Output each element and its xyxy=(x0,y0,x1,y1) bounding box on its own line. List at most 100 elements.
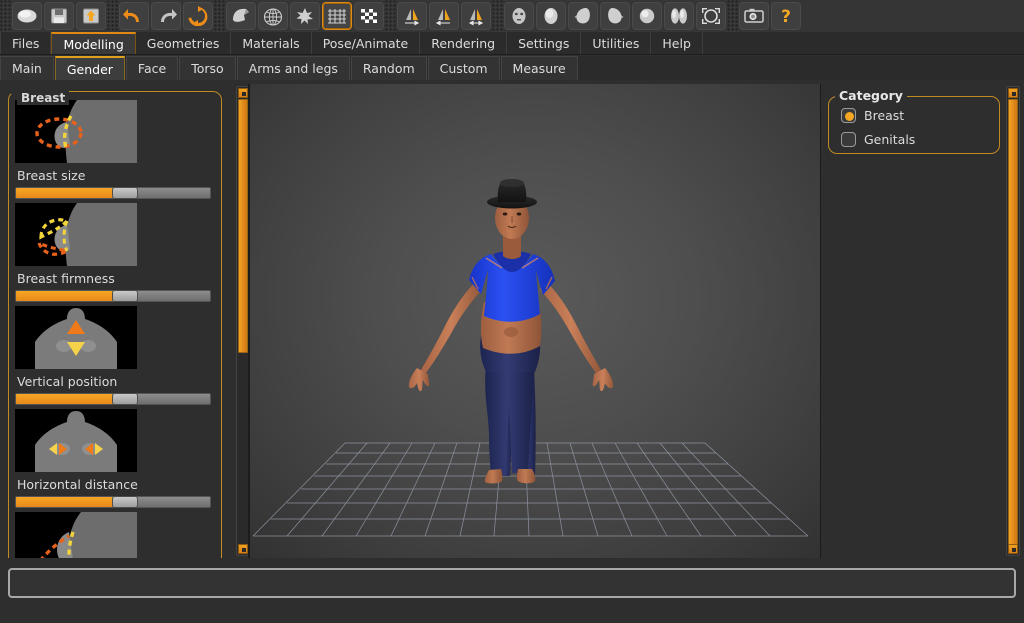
menu-item-pose-animate[interactable]: Pose/Animate xyxy=(311,32,421,54)
main-toolbar: ? xyxy=(0,0,1024,32)
slider-block: Vertical position xyxy=(15,306,215,405)
slider-label: Horizontal distance xyxy=(17,477,138,492)
left-view-icon[interactable] xyxy=(568,2,598,30)
toolbar-separator xyxy=(0,0,11,32)
slider-track[interactable] xyxy=(15,290,211,302)
slider-track[interactable] xyxy=(15,187,211,199)
toolbar-separator xyxy=(214,0,225,32)
menu-item-files[interactable]: Files xyxy=(0,32,52,54)
slider-knob[interactable] xyxy=(112,290,138,302)
slider-block: Point xyxy=(15,512,215,558)
makehuman-window: ? Files Modelling Geometries Materials Pose/… xyxy=(0,0,1024,623)
menu-item-geometries[interactable]: Geometries xyxy=(135,32,232,54)
help-icon[interactable]: ? xyxy=(771,2,801,30)
menu-item-utilities[interactable]: Utilities xyxy=(581,32,652,54)
scroll-up-arrow-icon[interactable] xyxy=(1008,88,1018,98)
3d-model-render xyxy=(252,179,809,537)
left-settings-panel: Breast Breast size Breast firmness Vertica… xyxy=(0,84,232,558)
slider-track[interactable] xyxy=(15,496,211,508)
slider-fill xyxy=(16,394,113,404)
reset-mesh-icon[interactable] xyxy=(183,2,213,30)
save-icon[interactable] xyxy=(44,2,74,30)
bottom-view-icon[interactable] xyxy=(664,2,694,30)
tab-torso[interactable]: Torso xyxy=(179,56,236,80)
tab-main[interactable]: Main xyxy=(0,56,54,80)
slider-knob[interactable] xyxy=(112,496,138,508)
grid-icon[interactable] xyxy=(322,2,352,30)
grab-screen-icon[interactable] xyxy=(739,2,769,30)
menu-item-modelling[interactable]: Modelling xyxy=(51,32,136,54)
scroll-down-arrow-icon[interactable] xyxy=(1008,544,1018,554)
menu-item-settings[interactable]: Settings xyxy=(507,32,582,54)
undo-icon[interactable] xyxy=(119,2,149,30)
front-view-icon[interactable] xyxy=(504,2,534,30)
breast-firmness-thumb xyxy=(15,203,137,266)
smooth-icon[interactable] xyxy=(226,2,256,30)
scrollbar-thumb[interactable] xyxy=(238,99,248,354)
scroll-up-arrow-icon[interactable] xyxy=(238,88,248,98)
tab-custom[interactable]: Custom xyxy=(427,56,500,80)
menu-bar: Files Modelling Geometries Materials Pose/An… xyxy=(0,32,1024,55)
horizontal-distance-thumb xyxy=(15,409,137,472)
slider-block: Breast firmness xyxy=(15,203,215,302)
subdivide-icon[interactable] xyxy=(290,2,320,30)
symmetry-right-icon[interactable] xyxy=(397,2,427,30)
reset-view-icon[interactable] xyxy=(696,2,726,30)
progress-bar xyxy=(8,568,1016,598)
redo-icon[interactable] xyxy=(151,2,181,30)
point-thumb xyxy=(15,512,137,558)
right-panel-scrollbar[interactable] xyxy=(1006,86,1020,556)
slider-label: Breast firmness xyxy=(17,271,115,286)
breast-size-thumb xyxy=(15,100,137,163)
category-group: Category Breast Genitals xyxy=(828,88,1000,154)
radio-option-genitals[interactable]: Genitals xyxy=(829,127,999,151)
toolbar-separator xyxy=(107,0,118,32)
back-view-icon[interactable] xyxy=(536,2,566,30)
vertical-position-thumb xyxy=(15,306,137,369)
slider-fill xyxy=(16,291,113,301)
menu-item-help[interactable]: Help xyxy=(651,32,703,54)
slider-knob[interactable] xyxy=(112,187,138,199)
radio-option-label: Breast xyxy=(864,107,905,123)
3d-viewport[interactable] xyxy=(250,84,820,558)
slider-label: Breast size xyxy=(17,168,86,183)
right-settings-panel: Category Breast Genitals xyxy=(824,84,1004,558)
scroll-down-arrow-icon[interactable] xyxy=(238,544,248,554)
svg-text:?: ? xyxy=(781,7,791,26)
slider-fill xyxy=(16,188,113,198)
menu-item-materials[interactable]: Materials xyxy=(231,32,312,54)
breast-group: Breast Breast size Breast firmness Vertica… xyxy=(8,91,222,558)
toolbar-separator xyxy=(492,0,503,32)
symmetry-icon[interactable] xyxy=(461,2,491,30)
tab-bar: Main Gender Face Torso Arms and legs Random Cu… xyxy=(0,56,1024,80)
slider-block: Breast size xyxy=(15,100,215,199)
scrollbar-thumb[interactable] xyxy=(1008,99,1018,545)
radio-button-icon[interactable] xyxy=(841,107,856,123)
slider-knob[interactable] xyxy=(112,393,138,405)
slider-label: Vertical position xyxy=(17,374,118,389)
tab-gender[interactable]: Gender xyxy=(54,56,125,80)
symmetry-left-icon[interactable] xyxy=(429,2,459,30)
radio-option-breast[interactable]: Breast xyxy=(829,103,999,127)
top-view-icon[interactable] xyxy=(632,2,662,30)
model-hat xyxy=(487,179,537,209)
tab-face[interactable]: Face xyxy=(125,56,179,80)
load-icon[interactable] xyxy=(76,2,106,30)
slider-fill xyxy=(16,497,113,507)
toolbar-separator xyxy=(385,0,396,32)
category-group-title: Category xyxy=(835,88,907,103)
tab-arms-and-legs[interactable]: Arms and legs xyxy=(236,56,350,80)
right-view-icon[interactable] xyxy=(600,2,630,30)
new-icon[interactable] xyxy=(12,2,42,30)
slider-block: Horizontal distance xyxy=(15,409,215,508)
tab-random[interactable]: Random xyxy=(350,56,427,80)
toolbar-separator xyxy=(727,0,738,32)
tab-measure[interactable]: Measure xyxy=(500,56,578,80)
slider-track[interactable] xyxy=(15,393,211,405)
wireframe-icon[interactable] xyxy=(258,2,288,30)
breast-group-title: Breast xyxy=(17,91,70,105)
background-icon[interactable] xyxy=(354,2,384,30)
window-bottom-filler xyxy=(0,598,1024,623)
menu-item-rendering[interactable]: Rendering xyxy=(420,32,508,54)
radio-button-icon[interactable] xyxy=(841,131,856,147)
